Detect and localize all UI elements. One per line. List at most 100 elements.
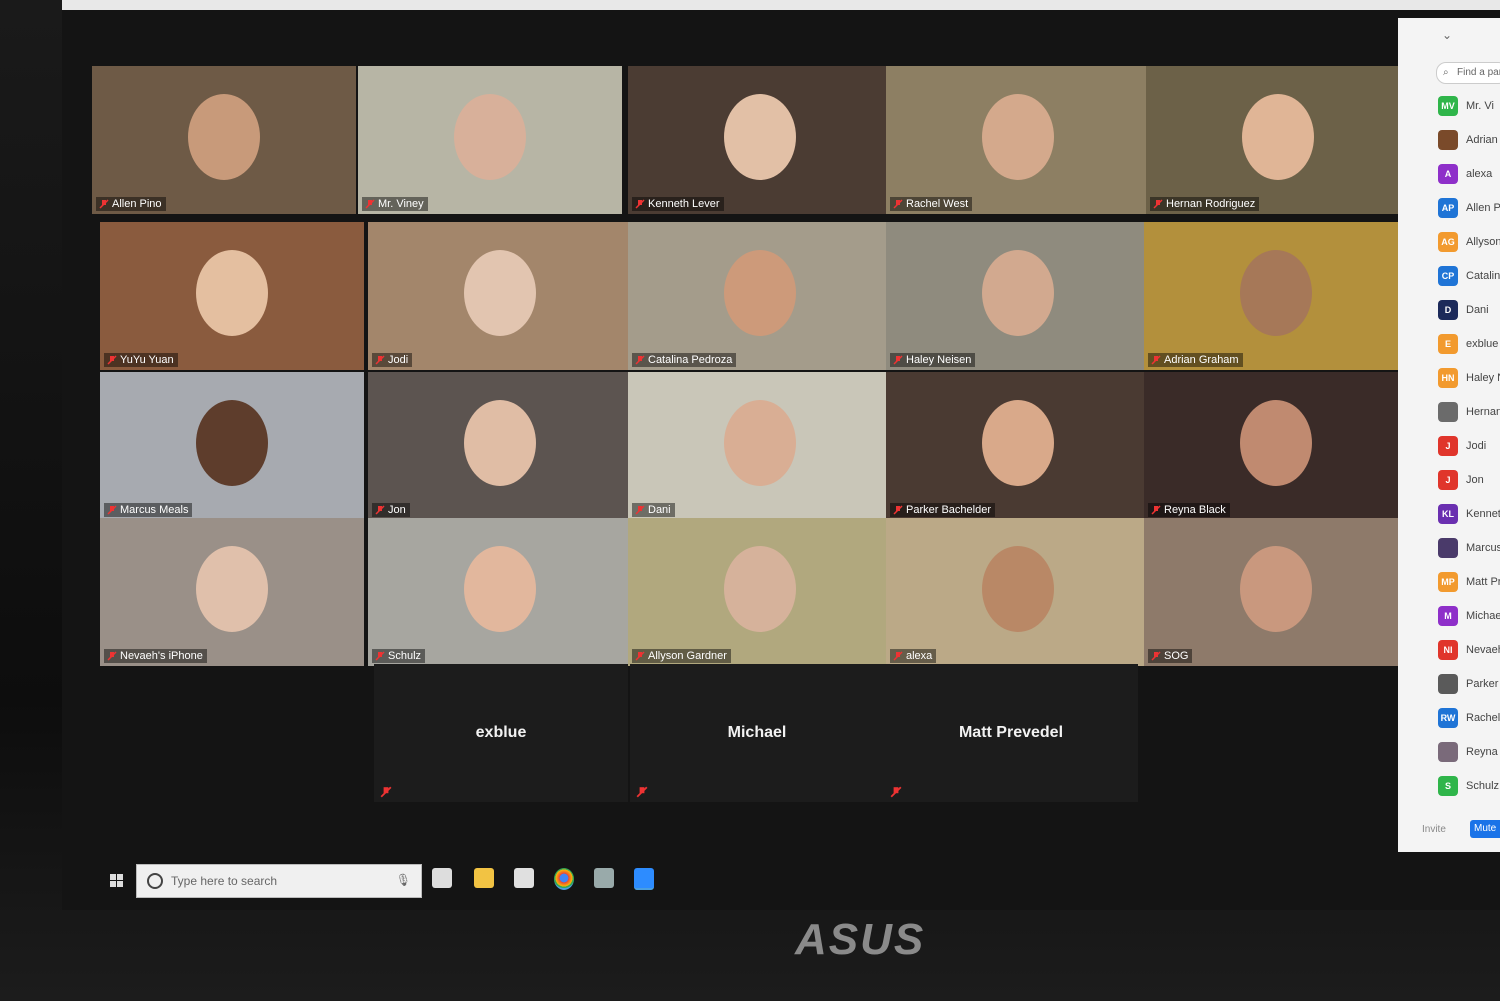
video-tile-off[interactable]: Matt Prevedel bbox=[884, 664, 1138, 802]
participant-name-label: Reyna Black bbox=[1148, 503, 1230, 517]
muted-mic-icon bbox=[107, 651, 117, 661]
participant-row[interactable]: J Jon bbox=[1434, 466, 1500, 500]
video-tile[interactable]: Haley Neisen bbox=[886, 222, 1150, 370]
muted-mic-icon bbox=[893, 355, 903, 365]
participant-row[interactable]: AG Allyson bbox=[1434, 228, 1500, 262]
video-tile[interactable]: Mr. Viney bbox=[358, 66, 622, 214]
participant-row[interactable]: RW Rachel Wes bbox=[1434, 704, 1500, 738]
participant-face bbox=[464, 250, 536, 336]
video-tile[interactable]: Parker Bachelder bbox=[886, 372, 1150, 520]
video-tile[interactable]: Kenneth Lever bbox=[628, 66, 892, 214]
participant-name: Reyna Black bbox=[1466, 746, 1500, 758]
participant-name: Allyson bbox=[1466, 236, 1500, 248]
task-view-icon[interactable] bbox=[432, 868, 452, 888]
participant-face bbox=[1240, 250, 1312, 336]
video-tile-off[interactable]: Michael bbox=[630, 664, 884, 802]
muted-mic-icon bbox=[636, 786, 648, 798]
video-tile[interactable]: Rachel West bbox=[886, 66, 1150, 214]
participant-face bbox=[196, 250, 268, 336]
cortana-icon bbox=[147, 873, 163, 889]
video-feed bbox=[368, 518, 632, 666]
participant-name: Allen P bbox=[1466, 202, 1500, 214]
participant-face bbox=[982, 94, 1054, 180]
windows-start-icon[interactable] bbox=[110, 874, 124, 888]
participant-name-label: Haley Neisen bbox=[890, 353, 976, 367]
muted-mic-icon bbox=[893, 651, 903, 661]
video-tile[interactable]: Allen Pino bbox=[92, 66, 356, 214]
participant-name: Dani bbox=[1466, 304, 1489, 316]
participant-name: Kenneth L bbox=[1466, 508, 1500, 520]
mute-all-button[interactable]: Mute bbox=[1470, 820, 1500, 838]
participant-name-label: Kenneth Lever bbox=[632, 197, 724, 211]
muted-mic-icon bbox=[107, 355, 117, 365]
video-tile[interactable]: YuYu Yuan bbox=[100, 222, 364, 370]
video-feed bbox=[628, 372, 892, 520]
participant-name: Catalina bbox=[1466, 270, 1500, 282]
video-feed bbox=[92, 66, 356, 214]
video-tile[interactable]: Schulz bbox=[368, 518, 632, 666]
video-tile[interactable]: alexa bbox=[886, 518, 1150, 666]
file-explorer-icon[interactable] bbox=[474, 868, 494, 888]
video-feed bbox=[1144, 372, 1408, 520]
zoom-icon[interactable] bbox=[634, 868, 654, 890]
participant-name-label: Catalina Pedroza bbox=[632, 353, 737, 367]
participant-row[interactable]: HN Haley N bbox=[1434, 364, 1500, 398]
video-tile-off[interactable]: exblue bbox=[374, 664, 628, 802]
app-icon[interactable] bbox=[594, 868, 614, 888]
participant-row[interactable]: Adrian bbox=[1434, 126, 1500, 160]
participant-row[interactable]: Hernan F bbox=[1434, 398, 1500, 432]
participant-row[interactable]: KL Kenneth L bbox=[1434, 500, 1500, 534]
participant-name-label: Marcus Meals bbox=[104, 503, 193, 517]
video-tile[interactable]: Allyson Gardner bbox=[628, 518, 892, 666]
search-icon: ⌕ bbox=[1443, 67, 1449, 78]
participant-row[interactable]: A alexa bbox=[1434, 160, 1500, 194]
participant-row[interactable]: MP Matt Preve bbox=[1434, 568, 1500, 602]
participant-row[interactable]: MV Mr. Vi bbox=[1434, 92, 1500, 126]
video-tile[interactable]: Marcus Meals bbox=[100, 372, 364, 520]
video-tile[interactable]: Jodi bbox=[368, 222, 632, 370]
participant-row[interactable]: E exblue bbox=[1434, 330, 1500, 364]
taskbar-search-input[interactable]: Type here to search 🎙 bbox=[136, 864, 422, 898]
muted-mic-icon bbox=[375, 651, 385, 661]
video-tile[interactable]: Adrian Graham bbox=[1144, 222, 1408, 370]
muted-mic-icon bbox=[635, 651, 645, 661]
video-tile[interactable]: Reyna Black bbox=[1144, 372, 1408, 520]
avatar: J bbox=[1438, 470, 1458, 490]
avatar: CP bbox=[1438, 266, 1458, 286]
video-tile[interactable]: Dani bbox=[628, 372, 892, 520]
muted-mic-icon bbox=[1151, 355, 1161, 365]
participant-row[interactable]: CP Catalina bbox=[1434, 262, 1500, 296]
participant-row[interactable]: NI Nevaeh's i bbox=[1434, 636, 1500, 670]
video-tile[interactable]: Nevaeh's iPhone bbox=[100, 518, 364, 666]
store-icon[interactable] bbox=[514, 868, 534, 888]
avatar bbox=[1438, 402, 1458, 422]
participant-row[interactable]: M Michael bbox=[1434, 602, 1500, 636]
participant-row[interactable]: Reyna Black bbox=[1434, 738, 1500, 772]
participant-row[interactable]: D Dani bbox=[1434, 296, 1500, 330]
participant-name: Parker Bach bbox=[1466, 678, 1500, 690]
avatar: HN bbox=[1438, 368, 1458, 388]
participant-name-label: Allen Pino bbox=[96, 197, 166, 211]
muted-mic-icon bbox=[365, 199, 375, 209]
participant-row[interactable]: Marcus M bbox=[1434, 534, 1500, 568]
video-tile[interactable]: Catalina Pedroza bbox=[628, 222, 892, 370]
chevron-down-icon[interactable]: ⌄ bbox=[1442, 28, 1452, 42]
video-tile[interactable]: Jon bbox=[368, 372, 632, 520]
invite-button[interactable]: Invite bbox=[1422, 824, 1446, 835]
participant-row[interactable]: Parker Bach bbox=[1434, 670, 1500, 704]
participant-row[interactable]: J Jodi bbox=[1434, 432, 1500, 466]
video-tile[interactable]: SOG bbox=[1144, 518, 1408, 666]
participant-name-large: exblue bbox=[475, 724, 527, 741]
video-tile[interactable]: Hernan Rodriguez bbox=[1146, 66, 1410, 214]
chrome-icon[interactable] bbox=[554, 868, 574, 890]
avatar: E bbox=[1438, 334, 1458, 354]
participant-row[interactable]: AP Allen P bbox=[1434, 194, 1500, 228]
participant-face bbox=[724, 400, 796, 486]
participant-name: Mr. Vi bbox=[1466, 100, 1494, 112]
participant-face bbox=[464, 546, 536, 632]
participant-row[interactable]: S Schulz bbox=[1434, 772, 1500, 806]
participant-name-label: Jon bbox=[372, 503, 410, 517]
participant-name-label: Schulz bbox=[372, 649, 426, 663]
participant-face bbox=[188, 94, 260, 180]
participant-search-input[interactable]: ⌕ Find a par bbox=[1436, 62, 1500, 84]
